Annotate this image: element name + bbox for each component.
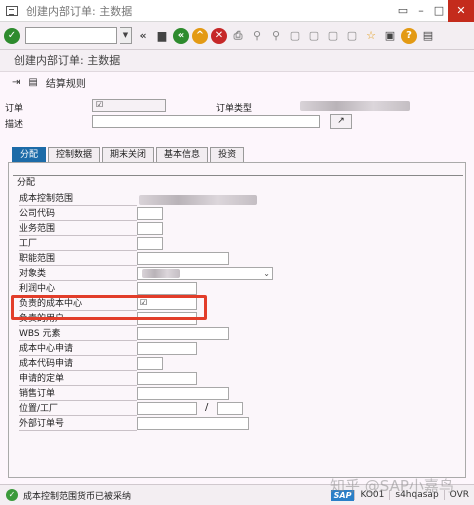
order-value: ☑ bbox=[96, 100, 104, 109]
long-text-icon[interactable]: ↗ bbox=[330, 114, 352, 129]
wbs-element-field[interactable] bbox=[137, 327, 229, 340]
tab-assignment[interactable]: 分配 bbox=[12, 147, 47, 162]
tab-panel-assignment: 分配 成本控制范围 公司代码 业务范围 工厂 职能范围 对象类 ⌄ 利润中心 负… bbox=[8, 162, 466, 478]
exit-icon[interactable]: ^ bbox=[192, 27, 208, 44]
print-icon[interactable]: ⎙ bbox=[230, 28, 246, 44]
tab-investments[interactable]: 投资 bbox=[210, 147, 245, 162]
order-field[interactable]: ☑ bbox=[92, 99, 166, 112]
tab-strip: 分配 控制数据 期末关闭 基本信息 投资 bbox=[12, 147, 246, 162]
assignment-group: 分配 成本控制范围 公司代码 业务范围 工厂 职能范围 对象类 ⌄ 利润中心 负… bbox=[13, 175, 463, 475]
functional-area-field[interactable] bbox=[137, 252, 229, 265]
order-label: 订单 bbox=[5, 104, 24, 114]
chevron-down-icon[interactable]: ⌄ bbox=[263, 268, 270, 280]
controlling-area-label: 成本控制范围 bbox=[19, 193, 137, 206]
window-titlebar: 创建内部订单: 主数据 ▭ – □ ✕ bbox=[0, 0, 474, 22]
requesting-cost-center-field[interactable] bbox=[137, 342, 197, 355]
business-area-field[interactable] bbox=[137, 222, 163, 235]
application-toolbar: ⇥ ▤ 结算规则 bbox=[0, 72, 474, 92]
sales-order-label: 销售订单 bbox=[19, 388, 137, 401]
plant-label: 工厂 bbox=[19, 238, 137, 251]
location-plant-field[interactable] bbox=[217, 402, 243, 415]
find-icon[interactable]: ⚲ bbox=[249, 28, 265, 44]
requesting-order-field[interactable] bbox=[137, 372, 197, 385]
close-icon[interactable]: ✕ bbox=[448, 0, 474, 22]
find-next-icon[interactable]: ⚲ bbox=[268, 28, 284, 44]
object-class-value-redacted bbox=[142, 269, 180, 278]
wbs-element-label: WBS 元素 bbox=[19, 328, 137, 341]
requesting-co-code-label: 成本代码申请 bbox=[19, 358, 137, 371]
screen-title: 创建内部订单: 主数据 bbox=[0, 50, 474, 72]
highlight-annotation bbox=[11, 295, 207, 320]
location-plant-separator: / bbox=[205, 402, 209, 413]
company-code-label: 公司代码 bbox=[19, 208, 137, 221]
save-icon[interactable]: ▆ bbox=[154, 28, 170, 44]
help-icon[interactable]: ? bbox=[401, 27, 417, 44]
profit-center-field[interactable] bbox=[137, 282, 197, 295]
command-field[interactable] bbox=[25, 27, 117, 44]
order-type-label: 订单类型 bbox=[216, 104, 253, 114]
customize-icon[interactable]: ▭ bbox=[394, 0, 412, 22]
customize-layout-icon[interactable]: ▤ bbox=[420, 28, 436, 44]
watermark-text: 知乎 @SAP小嘉鸟 bbox=[330, 477, 454, 495]
external-order-number-field[interactable] bbox=[137, 417, 249, 430]
settlement-rule-button[interactable]: 结算规则 bbox=[46, 75, 86, 90]
shortcut-icon[interactable]: ▣ bbox=[382, 28, 398, 44]
requesting-co-code-field[interactable] bbox=[137, 357, 163, 370]
object-class-dropdown[interactable]: ⌄ bbox=[137, 267, 273, 280]
new-session-icon[interactable]: ☆ bbox=[363, 28, 379, 44]
command-dropdown-icon[interactable]: ▼ bbox=[120, 27, 132, 44]
minimize-icon[interactable]: – bbox=[412, 0, 430, 22]
history-back-icon[interactable]: « bbox=[135, 28, 151, 44]
other-order-icon[interactable]: ⇥ bbox=[12, 77, 20, 88]
status-message[interactable]: 成本控制范围货币已被采纳 bbox=[23, 489, 131, 502]
document-icon[interactable]: ▤ bbox=[28, 77, 37, 88]
first-page-icon[interactable]: ▢ bbox=[287, 28, 303, 44]
back-icon[interactable]: « bbox=[173, 27, 189, 44]
enter-icon[interactable]: ✓ bbox=[4, 27, 20, 44]
app-window-icon bbox=[6, 5, 18, 16]
window-controls: ▭ – □ ✕ bbox=[394, 0, 474, 22]
sales-order-field[interactable] bbox=[137, 387, 229, 400]
standard-toolbar: ✓ ▼ « ▆ « ^ ✕ ⎙ ⚲ ⚲ ▢ ▢ ▢ ▢ ☆ ▣ ? ▤ bbox=[0, 22, 474, 50]
object-class-label: 对象类 bbox=[19, 268, 137, 281]
description-label: 描述 bbox=[5, 120, 24, 130]
plant-field[interactable] bbox=[137, 237, 163, 250]
controlling-area-value-redacted bbox=[139, 195, 257, 205]
tab-general-data[interactable]: 基本信息 bbox=[156, 147, 209, 162]
tab-period-end-closing[interactable]: 期末关闭 bbox=[102, 147, 155, 162]
tab-control-data[interactable]: 控制数据 bbox=[48, 147, 101, 162]
requesting-cost-center-label: 成本中心申请 bbox=[19, 343, 137, 356]
order-type-value-redacted bbox=[300, 101, 410, 111]
order-header: 订单 ☑ 订单类型 描述 ↗ bbox=[0, 96, 474, 136]
next-page-icon[interactable]: ▢ bbox=[325, 28, 341, 44]
previous-page-icon[interactable]: ▢ bbox=[306, 28, 322, 44]
last-page-icon[interactable]: ▢ bbox=[344, 28, 360, 44]
description-field[interactable] bbox=[92, 115, 320, 128]
company-code-field[interactable] bbox=[137, 207, 163, 220]
location-field[interactable] bbox=[137, 402, 197, 415]
cancel-icon[interactable]: ✕ bbox=[211, 27, 227, 44]
requesting-order-label: 申请的定单 bbox=[19, 373, 137, 386]
external-order-number-label: 外部订单号 bbox=[19, 418, 137, 431]
assignment-group-title: 分配 bbox=[17, 178, 36, 188]
success-icon: ✓ bbox=[6, 489, 18, 501]
maximize-icon[interactable]: □ bbox=[430, 0, 448, 22]
business-area-label: 业务范围 bbox=[19, 223, 137, 236]
window-title: 创建内部订单: 主数据 bbox=[26, 4, 133, 18]
location-plant-label: 位置/工厂 bbox=[19, 403, 137, 416]
functional-area-label: 职能范围 bbox=[19, 253, 137, 266]
